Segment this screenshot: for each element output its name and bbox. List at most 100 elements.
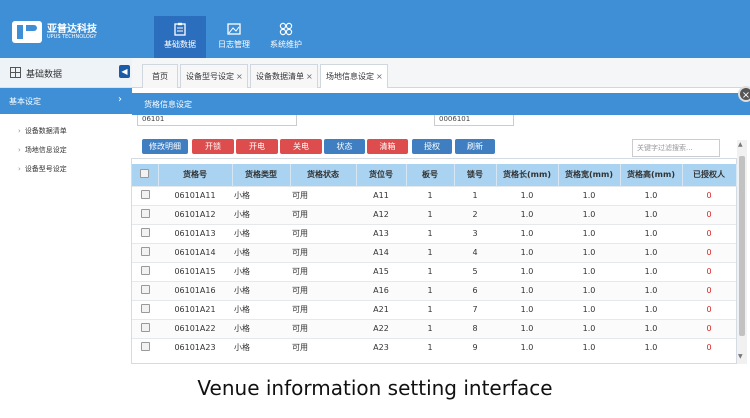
table-cell: A21 [356,299,406,319]
top-header: 亚普达科技 UPUS TECHNOLOGY 基础数据 日志管理 系统维护 [0,0,750,58]
sidebar-section-label: 基本设定 [9,97,41,106]
row-checkbox[interactable] [132,261,158,281]
table-cell: 0 [682,299,736,319]
table-row[interactable]: 06101A13 小格 可用 A13 1 3 1.0 1.0 1.0 0 [132,223,736,243]
power-on-button[interactable]: 开电 [236,139,278,154]
search-input[interactable]: 关键字过滤搜索... [632,139,720,157]
column-header[interactable]: 板号 [406,164,455,186]
table-cell: 1.0 [558,299,620,319]
sidebar-item-device-model-settings[interactable]: › 设备型号设定 [18,164,67,174]
row-checkbox[interactable] [132,185,158,205]
table-row[interactable]: 06101A23 小格 可用 A23 1 9 1.0 1.0 1.0 0 [132,337,736,357]
table-cell: 1.0 [620,261,682,281]
row-checkbox[interactable] [132,242,158,262]
table-cell: 1 [406,337,454,357]
table-cell: 1.0 [496,280,558,300]
table-row[interactable]: 06101A11 小格 可用 A11 1 1 1.0 1.0 1.0 0 [132,185,736,205]
tab-device-model-settings[interactable]: 设备型号设定 × [180,64,248,88]
table-cell: 0 [682,223,736,243]
table-cell: 1.0 [496,223,558,243]
clear-box-button[interactable]: 清箱 [367,139,408,154]
column-header[interactable]: 货格类型 [232,164,291,186]
table-row[interactable]: 06101A12 小格 可用 A12 1 2 1.0 1.0 1.0 0 [132,204,736,224]
table-cell: 1.0 [558,242,620,262]
image-caption: Venue information setting interface [197,376,553,400]
table-cell: 可用 [290,337,356,357]
table-row[interactable]: 06101A14 小格 可用 A14 1 4 1.0 1.0 1.0 0 [132,242,736,262]
status-button[interactable]: 状态 [324,139,365,154]
table-cell: 1.0 [496,261,558,281]
authorize-button[interactable]: 授权 [412,139,452,154]
venue-number-field[interactable]: 0006101 [434,115,514,126]
column-header[interactable]: 货格高(mm) [620,164,683,186]
scrollbar-thumb[interactable] [739,156,745,336]
panel-header: 货格信息设定 [132,93,750,115]
bullet-icon: › [18,165,21,173]
table-cell: 0 [682,242,736,262]
table-cell: 1 [406,280,454,300]
table-cell: 1.0 [620,280,682,300]
column-header[interactable]: 货格状态 [290,164,357,186]
nav-basic-data[interactable]: 基础数据 [154,16,206,58]
table-cell: 06101A12 [158,204,232,224]
row-checkbox[interactable] [132,280,158,300]
unlock-button[interactable]: 开锁 [192,139,234,154]
sidebar-item-device-data-list[interactable]: › 设备数据清单 [18,126,67,136]
table-row[interactable]: 06101A16 小格 可用 A16 1 6 1.0 1.0 1.0 0 [132,280,736,300]
table-cell: A11 [356,185,406,205]
table-cell: 1 [406,223,454,243]
table-cell: 1 [406,299,454,319]
table-cell: 06101A13 [158,223,232,243]
column-header[interactable]: 锁号 [454,164,497,186]
nav-system-maintenance[interactable]: 系统维护 [260,16,312,58]
table-row[interactable]: 06101A15 小格 可用 A15 1 5 1.0 1.0 1.0 0 [132,261,736,281]
sidebar-section-basic-settings[interactable]: 基本设定 › [0,88,132,114]
power-off-button[interactable]: 关电 [280,139,322,154]
table-cell: 小格 [232,261,290,281]
table-row[interactable]: 06101A21 小格 可用 A21 1 7 1.0 1.0 1.0 0 [132,299,736,319]
column-header[interactable]: 货格长(mm) [496,164,559,186]
close-tab-icon[interactable]: × [376,72,383,81]
table-cell: 1.0 [620,185,682,205]
tab-home[interactable]: 首页 [142,64,178,88]
table-row[interactable]: 06101A22 小格 可用 A22 1 8 1.0 1.0 1.0 0 [132,318,736,338]
scroll-up-icon[interactable]: ▲ [738,141,743,148]
row-checkbox[interactable] [132,223,158,243]
table-cell: 0 [682,204,736,224]
table-cell: 06101A21 [158,299,232,319]
column-header[interactable]: 货格宽(mm) [558,164,621,186]
row-checkbox[interactable] [132,299,158,319]
column-header[interactable]: 已授权人 [682,164,737,186]
table-cell: 1.0 [496,242,558,262]
close-tab-icon[interactable]: × [306,72,313,81]
sidebar-item-label: 场地信息设定 [24,146,67,154]
row-checkbox[interactable] [132,318,158,338]
table-cell: 1 [406,242,454,262]
table-cell: 06101A23 [158,337,232,357]
table-cell: 可用 [290,261,356,281]
sidebar-item-venue-info-settings[interactable]: › 场地信息设定 [18,145,67,155]
row-checkbox[interactable] [132,337,158,357]
table-cell: 可用 [290,280,356,300]
select-all-checkbox[interactable] [132,164,159,186]
column-header[interactable]: 货位号 [356,164,407,186]
tab-venue-info-settings[interactable]: 场地信息设定 × [320,64,388,88]
tab-device-data-list[interactable]: 设备数据清单 × [250,64,318,88]
table-cell: 可用 [290,318,356,338]
table-cell: 5 [454,261,496,281]
table-cell: A13 [356,223,406,243]
close-tab-icon[interactable]: × [236,72,243,81]
column-header[interactable]: 货格号 [158,164,233,186]
table-cell: 1.0 [496,185,558,205]
close-panel-button[interactable]: × [738,86,750,102]
row-checkbox[interactable] [132,204,158,224]
table-cell: A22 [356,318,406,338]
refresh-button[interactable]: 刷新 [455,139,495,154]
table-cell: 小格 [232,280,290,300]
venue-code-field[interactable]: 06101 [137,115,297,126]
nav-log-management[interactable]: 日志管理 [208,16,260,58]
edit-details-button[interactable]: 修改明细 [142,139,188,154]
scroll-down-icon[interactable]: ▼ [738,353,743,360]
collapse-sidebar-button[interactable]: ◀ [119,65,130,78]
table-cell: 1.0 [558,223,620,243]
